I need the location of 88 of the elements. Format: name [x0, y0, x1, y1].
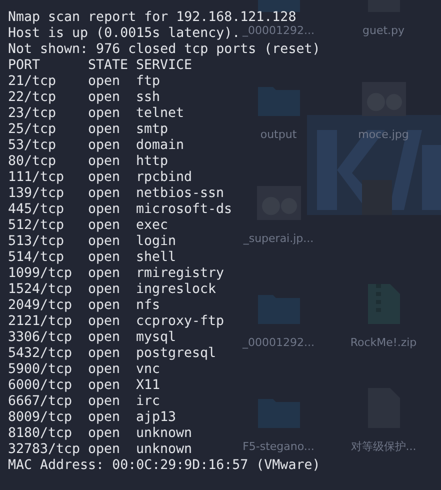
table-cell: open [88, 122, 120, 138]
icon-label[interactable]: _superai.jp... [243, 232, 314, 246]
table-cell: http [136, 154, 168, 170]
table-cell: 8009/tcp [8, 410, 72, 426]
table-cell: 1099/tcp [8, 266, 72, 282]
table-cell: 32783/tcp [8, 442, 80, 458]
table-cell: 22/tcp [8, 90, 56, 106]
table-cell: open [88, 298, 120, 314]
table-cell: open [88, 154, 120, 170]
table-cell: vnc [136, 362, 160, 378]
table-cell: open [88, 362, 120, 378]
table-cell: 80/tcp [8, 154, 56, 170]
icon-label[interactable]: RockMe!.zip [350, 336, 417, 350]
column-header: SERVICE [136, 58, 192, 74]
table-cell: mysql [136, 330, 176, 346]
icon-label[interactable]: output [260, 128, 297, 142]
table-cell: open [88, 378, 120, 394]
column-header: PORT [8, 58, 40, 74]
table-cell: ccproxy-ftp [136, 314, 224, 330]
table-cell: ajp13 [136, 410, 176, 426]
table-cell: open [88, 282, 120, 298]
table-cell: 8180/tcp [8, 426, 72, 442]
table-cell: 2049/tcp [8, 298, 72, 314]
table-cell: X11 [136, 378, 160, 394]
table-cell: open [88, 250, 120, 266]
table-cell: 53/tcp [8, 138, 56, 154]
table-cell: 25/tcp [8, 122, 56, 138]
table-cell: open [88, 410, 120, 426]
table-cell: 1524/tcp [8, 282, 72, 298]
table-cell: open [88, 234, 120, 250]
terminal-line: MAC Address: 00:0C:29:9D:16:57 (VMware) [8, 458, 320, 474]
table-cell: smtp [136, 122, 168, 138]
table-cell: 514/tcp [8, 250, 64, 266]
table-cell: 513/tcp [8, 234, 64, 250]
table-cell: 3306/tcp [8, 330, 72, 346]
table-cell: open [88, 330, 120, 346]
icon-label[interactable]: moce.jpg [358, 128, 409, 142]
table-cell: open [88, 202, 120, 218]
table-cell: open [88, 442, 120, 458]
table-cell: open [88, 90, 120, 106]
table-cell: 5900/tcp [8, 362, 72, 378]
table-cell: open [88, 346, 120, 362]
table-cell: microsoft-ds [136, 202, 232, 218]
terminal-line: Host is up (0.0015s latency). [8, 26, 240, 42]
table-cell: ingreslock [136, 282, 216, 298]
table-cell: nfs [136, 298, 160, 314]
icon-label[interactable]: guet.py [362, 24, 405, 38]
table-cell: 5432/tcp [8, 346, 72, 362]
table-cell: telnet [136, 106, 184, 122]
column-header: STATE [88, 58, 128, 74]
table-cell: open [88, 74, 120, 90]
table-cell: 512/tcp [8, 218, 64, 234]
table-cell: exec [136, 218, 168, 234]
table-cell: ftp [136, 74, 160, 90]
table-cell: 111/tcp [8, 170, 64, 186]
table-cell: rpcbind [136, 170, 192, 186]
table-cell: 6000/tcp [8, 378, 72, 394]
icon-label[interactable]: _00001292... [242, 24, 314, 38]
icon-label[interactable]: F5-stegano... [242, 440, 314, 454]
table-cell: 23/tcp [8, 106, 56, 122]
table-cell: login [136, 234, 176, 250]
table-cell: 445/tcp [8, 202, 64, 218]
table-cell: open [88, 218, 120, 234]
icon-label[interactable]: _00001292... [242, 336, 314, 350]
table-cell: ssh [136, 90, 160, 106]
table-cell: rmiregistry [136, 266, 224, 282]
icon-label[interactable]: 对等级保护... [350, 440, 416, 454]
table-cell: open [88, 186, 120, 202]
terminal-line: Nmap scan report for 192.168.121.128 [8, 10, 296, 26]
table-cell: 6667/tcp [8, 394, 72, 410]
table-cell: domain [136, 138, 184, 154]
table-cell: 139/tcp [8, 186, 64, 202]
table-cell: netbios-ssn [136, 186, 224, 202]
table-cell: open [88, 394, 120, 410]
terminal-line: Not shown: 976 closed tcp ports (reset) [8, 42, 320, 58]
table-cell: irc [136, 394, 160, 410]
table-cell: open [88, 106, 120, 122]
table-cell: open [88, 138, 120, 154]
table-cell: open [88, 266, 120, 282]
table-cell: unknown [136, 426, 192, 442]
table-cell: 21/tcp [8, 74, 56, 90]
table-cell: 2121/tcp [8, 314, 72, 330]
table-cell: open [88, 170, 120, 186]
table-cell: shell [136, 250, 176, 266]
table-cell: postgresql [136, 346, 216, 362]
table-cell: open [88, 314, 120, 330]
table-cell: open [88, 426, 120, 442]
table-cell: unknown [136, 442, 192, 458]
